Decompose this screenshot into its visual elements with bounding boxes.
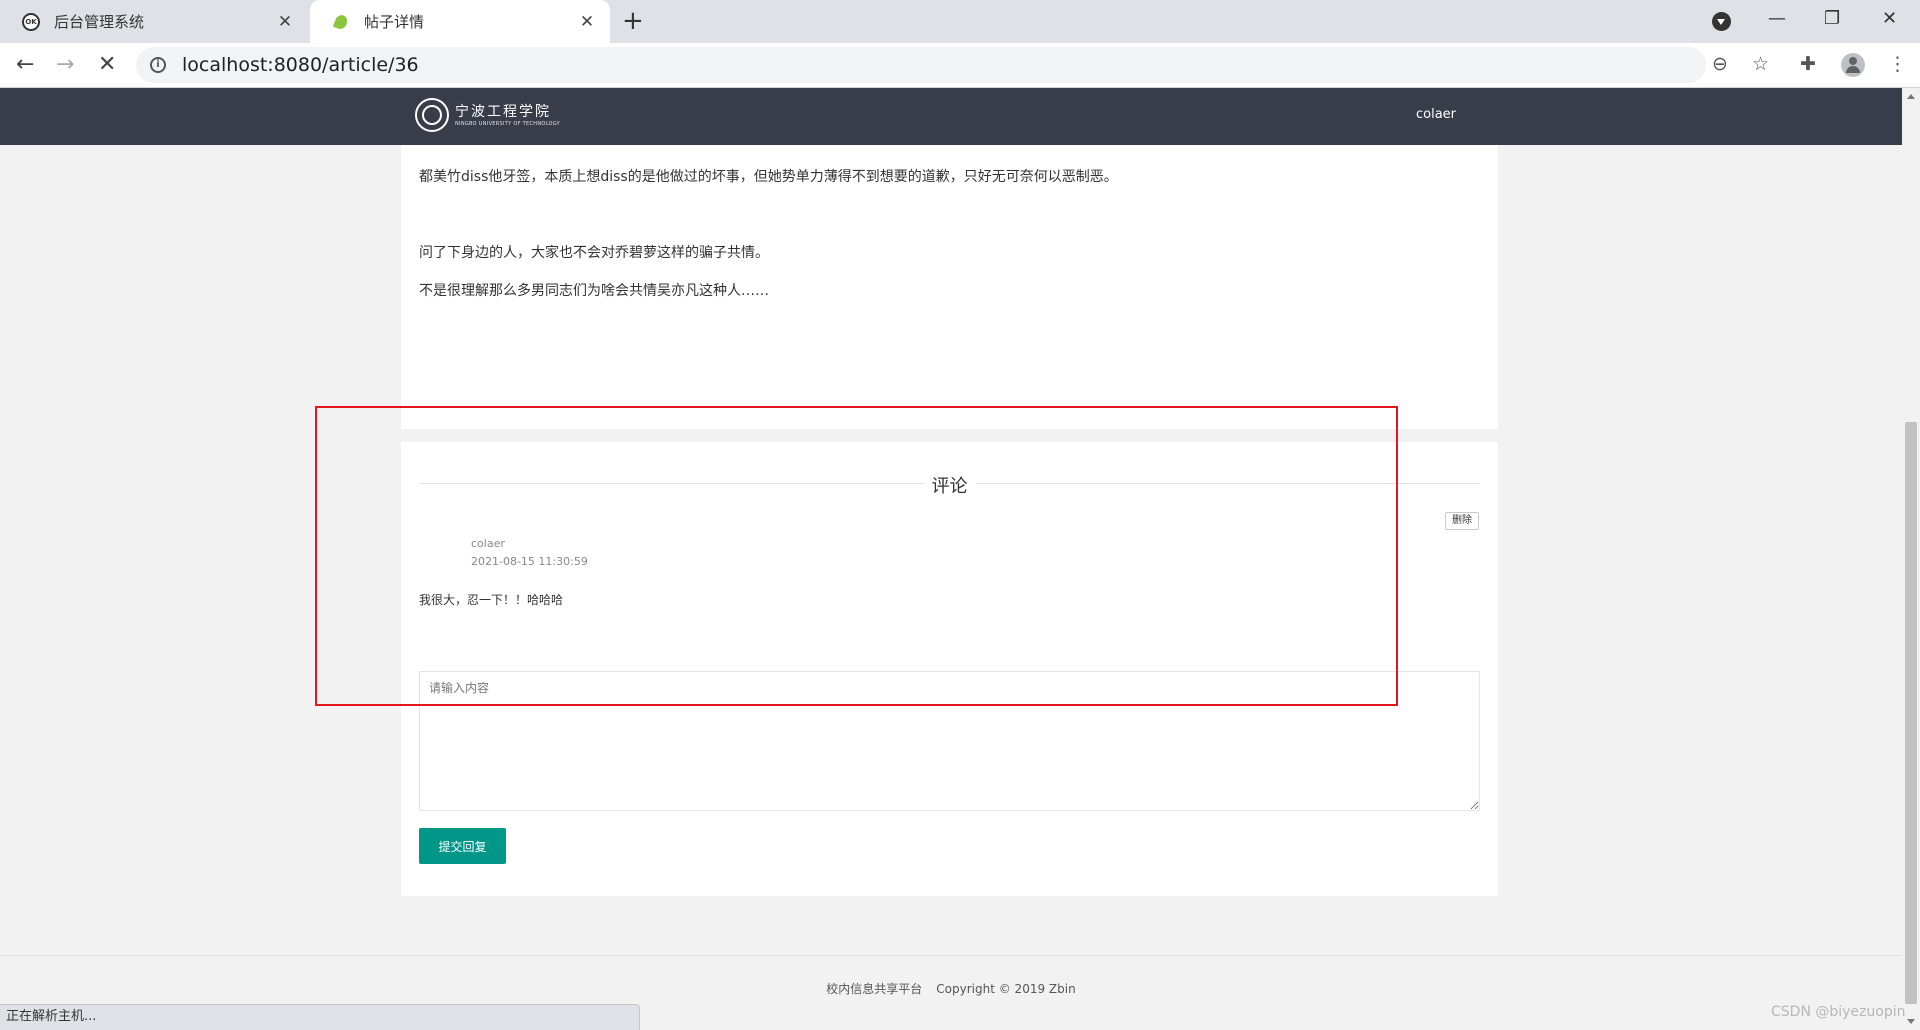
header-username[interactable]: colaer [1416, 107, 1456, 122]
tab-strip: OK 后台管理系统 ✕ 帖子详情 ✕ + — ❐ ✕ [0, 0, 1920, 43]
school-emblem-icon [415, 98, 449, 132]
tab-admin-system[interactable]: OK 后台管理系统 ✕ [0, 0, 308, 43]
tab-close-icon[interactable]: ✕ [578, 12, 596, 32]
site-info-icon[interactable]: i [150, 57, 166, 73]
site-footer: 校内信息共享平台 Copyright © 2019 Zbin [0, 980, 1902, 997]
comment-section: 评论 删除 colaer 2021-08-15 11:30:59 我很大，忍一下… [401, 442, 1498, 896]
status-bubble: 正在解析主机... [0, 1004, 640, 1030]
comment-author: colaer [471, 537, 505, 550]
article-paragraph: 不是很理解那么多男同志们为啥会共情吴亦凡这种人…… [419, 283, 769, 299]
reply-textarea[interactable] [419, 671, 1480, 811]
school-logo[interactable]: 宁波工程学院 NINGBO UNIVERSITY OF TECHNOLOGY [415, 98, 560, 132]
page-scrollbar[interactable] [1902, 88, 1920, 1030]
ok-circle-icon: OK [22, 12, 40, 31]
leaf-icon [332, 12, 350, 31]
csdn-watermark: CSDN @biyezuopin [1771, 1004, 1906, 1020]
footer-copyright: Copyright © 2019 Zbin [936, 982, 1076, 996]
comment-timestamp: 2021-08-15 11:30:59 [471, 555, 588, 568]
forward-button[interactable]: → [56, 51, 74, 79]
article-paragraph: 都美竹diss他牙签，本质上想diss的是他做过的坏事，但她势单力薄得不到想要的… [419, 169, 1118, 185]
close-window-button[interactable]: ✕ [1882, 6, 1897, 32]
tab-title: 后台管理系统 [54, 13, 145, 31]
new-tab-button[interactable]: + [622, 6, 644, 36]
bookmark-star-icon[interactable]: ☆ [1752, 53, 1769, 75]
scroll-down-arrow-icon[interactable] [1907, 1019, 1915, 1024]
submit-reply-button[interactable]: 提交回复 [419, 828, 506, 864]
delete-comment-button[interactable]: 删除 [1445, 512, 1479, 530]
footer-platform-name: 校内信息共享平台 [826, 982, 923, 996]
restore-button[interactable]: ❐ [1824, 6, 1840, 32]
tab-title: 帖子详情 [364, 13, 425, 31]
tab-search-dropdown-icon[interactable] [1712, 12, 1731, 31]
tab-close-icon[interactable]: ✕ [276, 12, 294, 32]
stop-loading-button[interactable]: ✕ [98, 51, 116, 79]
zoom-icon[interactable]: ⊖ [1712, 53, 1728, 75]
extensions-puzzle-icon[interactable]: ✚ [1800, 53, 1816, 75]
comment-heading: 评论 [923, 476, 976, 497]
tab-post-detail[interactable]: 帖子详情 ✕ [310, 0, 610, 43]
minimize-button[interactable]: — [1768, 6, 1786, 32]
logo-en-text: NINGBO UNIVERSITY OF TECHNOLOGY [455, 120, 561, 127]
comment-content: 我很大，忍一下！！哈哈哈 [419, 593, 564, 607]
scroll-up-arrow-icon[interactable] [1907, 94, 1915, 99]
back-button[interactable]: ← [16, 51, 34, 79]
more-menu-icon[interactable]: ⋮ [1888, 53, 1907, 75]
profile-avatar-icon[interactable] [1841, 53, 1865, 77]
address-bar[interactable]: i localhost:8080/article/36 [136, 47, 1706, 83]
scroll-thumb[interactable] [1905, 422, 1917, 1004]
logo-cn-text: 宁波工程学院 [455, 103, 551, 120]
browser-toolbar: ← → ✕ i localhost:8080/article/36 ⊖ ☆ ✚ … [0, 43, 1920, 88]
site-header: 宁波工程学院 NINGBO UNIVERSITY OF TECHNOLOGY c… [0, 88, 1902, 145]
article-paragraph: 问了下身边的人，大家也不会对乔碧萝这样的骗子共情。 [419, 245, 769, 261]
page-viewport: 宁波工程学院 NINGBO UNIVERSITY OF TECHNOLOGY c… [0, 88, 1902, 1030]
footer-divider [0, 955, 1902, 956]
url-text: localhost:8080/article/36 [182, 54, 419, 76]
